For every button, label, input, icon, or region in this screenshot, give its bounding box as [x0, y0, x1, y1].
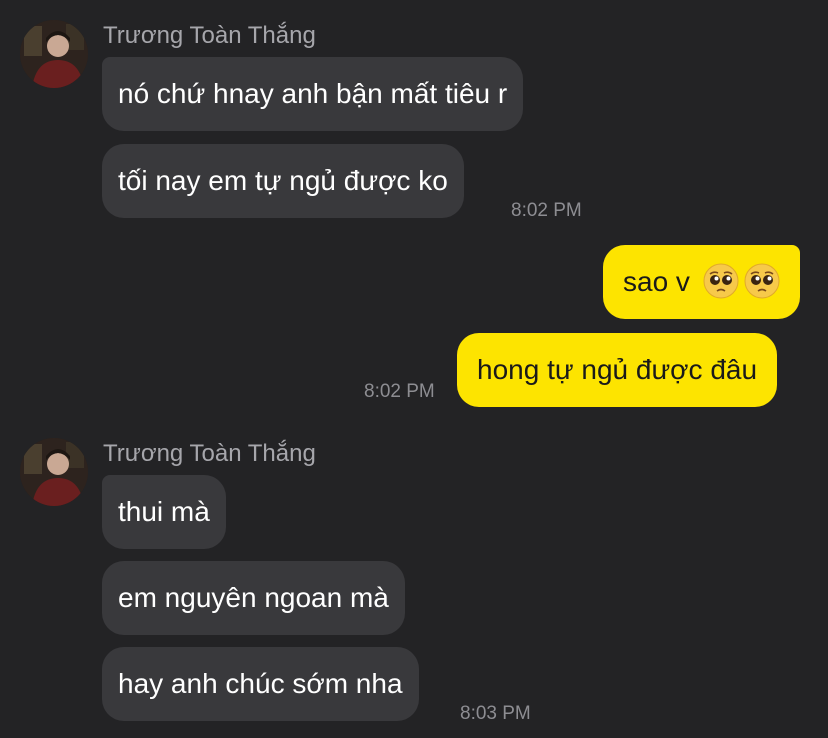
- message-bubble[interactable]: hay anh chúc sớm nha: [102, 647, 419, 721]
- message-text: sao v: [623, 266, 690, 297]
- message-bubble[interactable]: nó chứ hnay anh bận mất tiêu r: [102, 57, 524, 131]
- message-text: hay anh chúc sớm nha: [118, 668, 403, 699]
- sender-name: Trương Toàn Thắng: [103, 440, 316, 467]
- profile-photo-icon: [20, 438, 88, 506]
- pleading-face-icon: [744, 263, 780, 299]
- message-bubble[interactable]: thui mà: [102, 475, 226, 549]
- message-bubble[interactable]: em nguyên ngoan mà: [102, 561, 405, 635]
- message-timestamp: 8:03 PM: [460, 703, 531, 724]
- message-text: thui mà: [118, 496, 210, 527]
- message-bubble[interactable]: sao v: [603, 245, 800, 319]
- pleading-face-icon: [703, 263, 739, 299]
- message-timestamp: 8:02 PM: [511, 200, 582, 221]
- message-text: em nguyên ngoan mà: [118, 582, 389, 613]
- message-text: hong tự ngủ được đâu: [477, 354, 758, 385]
- message-text: tối nay em tự ngủ được ko: [118, 165, 448, 196]
- profile-photo-icon: [20, 20, 88, 88]
- avatar[interactable]: [20, 20, 88, 88]
- message-text: nó chứ hnay anh bận mất tiêu r: [118, 78, 508, 109]
- sender-name: Trương Toàn Thắng: [103, 22, 316, 49]
- message-bubble[interactable]: hong tự ngủ được đâu: [457, 333, 778, 407]
- message-timestamp: 8:02 PM: [364, 381, 435, 402]
- message-bubble[interactable]: tối nay em tự ngủ được ko: [102, 144, 464, 218]
- avatar[interactable]: [20, 438, 88, 506]
